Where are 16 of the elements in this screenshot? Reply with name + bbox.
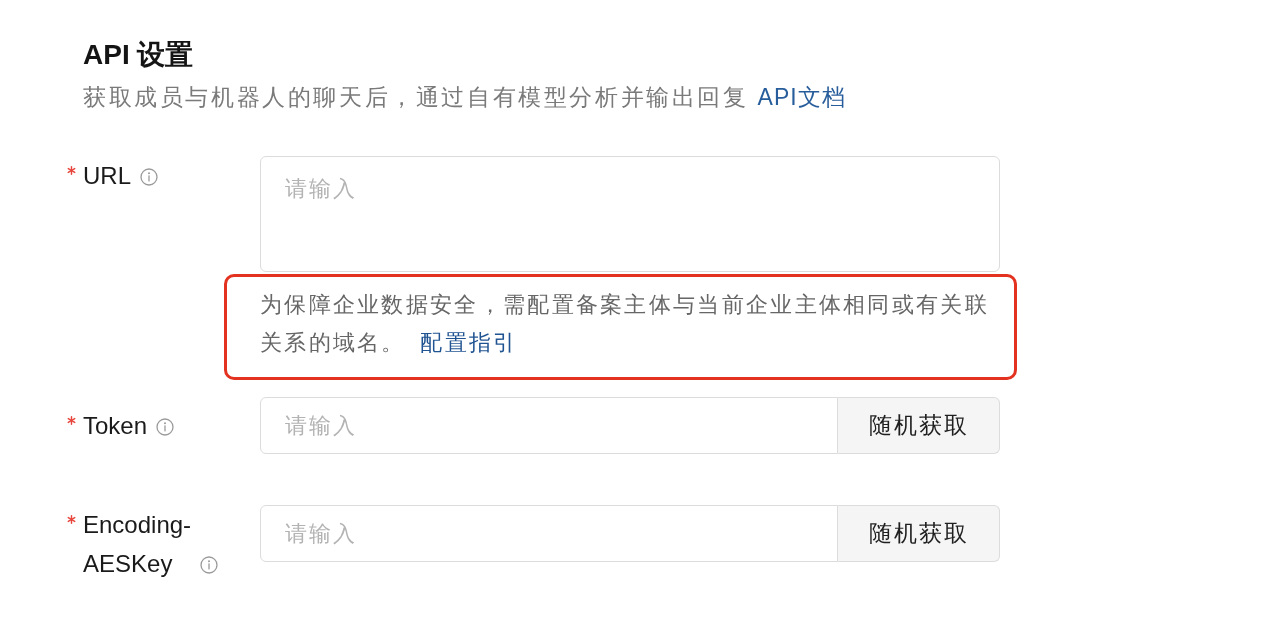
random-generate-button[interactable]: 随机获取 xyxy=(838,397,1000,454)
info-icon[interactable] xyxy=(156,418,175,436)
section-title: API 设置 xyxy=(83,38,195,72)
input-field[interactable]: 请输入 xyxy=(260,156,1000,272)
section-description: 获取成员与机器人的聊天后，通过自有模型分析并输出回复 API文档 xyxy=(83,83,847,112)
info-icon[interactable] xyxy=(140,168,158,186)
guide-link[interactable]: 配置指引 xyxy=(420,330,518,355)
doc-link[interactable]: API文档 xyxy=(757,84,846,110)
field-label: Token xyxy=(83,411,148,441)
field-label: URL xyxy=(83,161,131,191)
help-text: 为保障企业数据安全，需配置备案主体与当前企业主体相同或有关联关系的域名。 配置指引 xyxy=(260,291,990,357)
field-label: Encoding-AESKey xyxy=(83,510,192,579)
input-field[interactable]: 请输入 xyxy=(260,505,838,562)
input-field[interactable]: 请输入 xyxy=(260,397,838,454)
info-icon[interactable] xyxy=(200,556,219,574)
random-generate-button[interactable]: 随机获取 xyxy=(838,505,1000,562)
